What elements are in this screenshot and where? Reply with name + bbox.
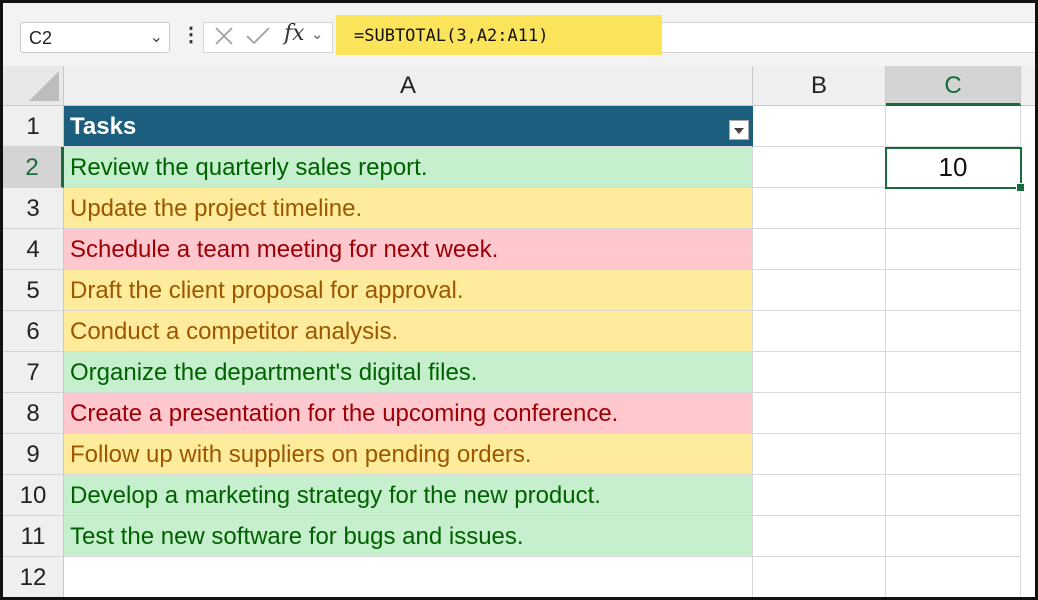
check-icon[interactable] bbox=[245, 25, 271, 47]
active-cell-selection bbox=[885, 147, 1025, 192]
cell-c3[interactable] bbox=[886, 188, 1021, 229]
table-header-label: Tasks bbox=[70, 113, 137, 140]
cell-a10[interactable]: Develop a marketing strategy for the new… bbox=[64, 475, 753, 516]
row-header-9[interactable]: 9 bbox=[3, 434, 64, 475]
column-header-d[interactable] bbox=[1021, 66, 1035, 106]
row-header-8[interactable]: 8 bbox=[3, 393, 64, 434]
formula-bar-area: C2 ⌄ ⋮ fx ⌄ =SUBTOTAL(3,A2:A11) bbox=[3, 3, 1035, 66]
cell-c1[interactable] bbox=[886, 106, 1021, 147]
name-box[interactable]: C2 ⌄ bbox=[20, 22, 170, 53]
cell-a11[interactable]: Test the new software for bugs and issue… bbox=[64, 516, 753, 557]
cell-c5[interactable] bbox=[886, 270, 1021, 311]
cell-c4[interactable] bbox=[886, 229, 1021, 270]
cell-a5[interactable]: Draft the client proposal for approval. bbox=[64, 270, 753, 311]
cell-b6[interactable] bbox=[753, 311, 886, 352]
formula-text: =SUBTOTAL(3,A2:A11) bbox=[354, 26, 549, 46]
cell-b10[interactable] bbox=[753, 475, 886, 516]
row-header-3[interactable]: 3 bbox=[3, 188, 64, 229]
cell-b2[interactable] bbox=[753, 147, 886, 188]
dropdown-arrow-icon bbox=[734, 128, 744, 134]
cell-b11[interactable] bbox=[753, 516, 886, 557]
cell-b5[interactable] bbox=[753, 270, 886, 311]
chevron-down-icon[interactable]: ⌄ bbox=[150, 27, 163, 47]
cell-c6[interactable] bbox=[886, 311, 1021, 352]
row-header-12[interactable]: 12 bbox=[3, 557, 64, 597]
select-all-triangle-icon bbox=[29, 71, 59, 101]
cell-c10[interactable] bbox=[886, 475, 1021, 516]
cell-a9[interactable]: Follow up with suppliers on pending orde… bbox=[64, 434, 753, 475]
row-header-7[interactable]: 7 bbox=[3, 352, 64, 393]
row-header-10[interactable]: 10 bbox=[3, 475, 64, 516]
cell-b1[interactable] bbox=[753, 106, 886, 147]
name-box-value: C2 bbox=[29, 28, 53, 48]
cell-c11[interactable] bbox=[886, 516, 1021, 557]
more-options-icon[interactable]: ⋮ bbox=[181, 25, 201, 45]
cell-a8[interactable]: Create a presentation for the upcoming c… bbox=[64, 393, 753, 434]
cell-c8[interactable] bbox=[886, 393, 1021, 434]
cell-c7[interactable] bbox=[886, 352, 1021, 393]
select-all-button[interactable] bbox=[3, 66, 64, 106]
cancel-icon[interactable] bbox=[213, 25, 235, 47]
row-header-5[interactable]: 5 bbox=[3, 270, 64, 311]
fill-handle[interactable] bbox=[1016, 183, 1025, 192]
cell-b4[interactable] bbox=[753, 229, 886, 270]
formula-input-extension[interactable] bbox=[662, 22, 1035, 53]
cell-c9[interactable] bbox=[886, 434, 1021, 475]
filter-dropdown-button[interactable] bbox=[729, 120, 749, 140]
cell-a7[interactable]: Organize the department's digital files. bbox=[64, 352, 753, 393]
chevron-down-icon[interactable]: ⌄ bbox=[311, 25, 324, 43]
cell-a3[interactable]: Update the project timeline. bbox=[64, 188, 753, 229]
cell-a2[interactable]: Review the quarterly sales report. bbox=[64, 147, 753, 188]
cell-a12[interactable] bbox=[64, 557, 753, 597]
cell-c12[interactable] bbox=[886, 557, 1021, 597]
row-header-11[interactable]: 11 bbox=[3, 516, 64, 557]
cell-b7[interactable] bbox=[753, 352, 886, 393]
cell-a1[interactable]: Tasks bbox=[64, 106, 753, 147]
cell-b8[interactable] bbox=[753, 393, 886, 434]
row-header-6[interactable]: 6 bbox=[3, 311, 64, 352]
cell-a6[interactable]: Conduct a competitor analysis. bbox=[64, 311, 753, 352]
row-header-2[interactable]: 2 bbox=[3, 147, 64, 188]
cell-b3[interactable] bbox=[753, 188, 886, 229]
row-header-1[interactable]: 1 bbox=[3, 106, 64, 147]
cell-b12[interactable] bbox=[753, 557, 886, 597]
excel-window: C2 ⌄ ⋮ fx ⌄ =SUBTOTAL(3,A2:A11) A B C 1 … bbox=[0, 0, 1038, 600]
cell-b9[interactable] bbox=[753, 434, 886, 475]
formula-input[interactable]: =SUBTOTAL(3,A2:A11) bbox=[336, 15, 662, 55]
column-header-c[interactable]: C bbox=[886, 66, 1021, 106]
cell-a4[interactable]: Schedule a team meeting for next week. bbox=[64, 229, 753, 270]
column-header-b[interactable]: B bbox=[753, 66, 886, 106]
insert-function-icon[interactable]: fx bbox=[284, 21, 305, 46]
column-d-cells[interactable] bbox=[1021, 106, 1035, 597]
row-header-4[interactable]: 4 bbox=[3, 229, 64, 270]
column-header-a[interactable]: A bbox=[64, 66, 753, 106]
